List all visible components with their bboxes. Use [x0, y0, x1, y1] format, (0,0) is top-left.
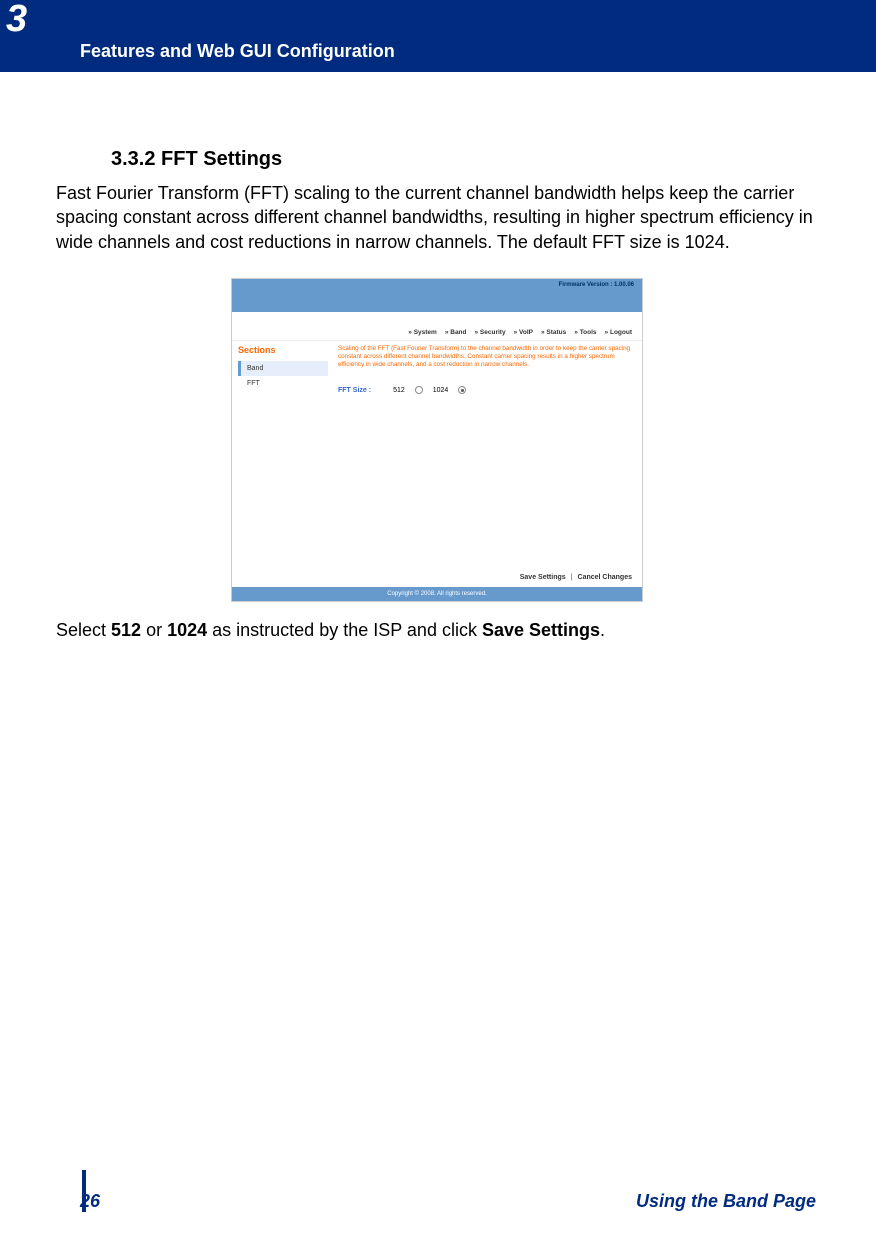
instruction-part: Select [56, 620, 111, 640]
section-heading: 3.3.2 FFT Settings [111, 148, 818, 171]
instruction-bold-512: 512 [111, 620, 141, 640]
page-footer: 26 Using the Band Page [0, 1191, 876, 1212]
cancel-changes-button[interactable]: Cancel Changes [578, 574, 632, 581]
screenshot-header: Firmware Version : 1.00.06 [232, 279, 642, 313]
nav-item-band[interactable]: Band [445, 329, 467, 336]
sidebar-title: Sections [238, 345, 328, 355]
screenshot-footer: Copyright © 2008. All rights reserved. [232, 587, 642, 601]
nav-item-system[interactable]: System [408, 329, 437, 336]
sidebar-item-label: Band [247, 365, 263, 372]
screenshot-actions: Save Settings | Cancel Changes [520, 574, 632, 581]
fft-size-row: FFT Size : 512 1024 [338, 386, 632, 394]
embedded-screenshot: Firmware Version : 1.00.06 System Band S… [231, 278, 643, 602]
footer-rule [82, 1170, 86, 1212]
save-settings-button[interactable]: Save Settings [520, 574, 566, 581]
action-separator: | [571, 574, 573, 581]
section-paragraph: Fast Fourier Transform (FFT) scaling to … [56, 181, 818, 254]
page-content: 3.3.2 FFT Settings Fast Fourier Transfor… [0, 72, 876, 641]
instruction-part: . [600, 620, 605, 640]
sidebar-item-fft[interactable]: FFT [238, 376, 328, 391]
instruction-bold-save: Save Settings [482, 620, 600, 640]
fft-size-label: FFT Size : [338, 387, 371, 394]
nav-item-voip[interactable]: VoIP [514, 329, 533, 336]
nav-item-security[interactable]: Security [475, 329, 506, 336]
fft-size-radio-group: 512 1024 [393, 386, 466, 394]
instruction-bold-1024: 1024 [167, 620, 207, 640]
chapter-number: 3 [6, 0, 27, 41]
page-header-banner: 3 Features and Web GUI Configuration [0, 0, 876, 72]
instruction-part: or [141, 620, 167, 640]
nav-item-logout[interactable]: Logout [605, 329, 632, 336]
chapter-title: Features and Web GUI Configuration [80, 41, 395, 62]
screenshot-body: Sections Band FFT Scaling of the FFT (Fa… [232, 341, 642, 587]
radio-1024[interactable] [458, 386, 466, 394]
firmware-version-label: Firmware Version : 1.00.06 [559, 282, 634, 288]
screenshot-nav: System Band Security VoIP Status Tools L… [232, 313, 642, 341]
instruction-part: as instructed by the ISP and click [207, 620, 482, 640]
sidebar-item-label: FFT [247, 380, 260, 387]
instruction-text: Select 512 or 1024 as instructed by the … [56, 620, 818, 641]
radio-option-1024-label: 1024 [433, 387, 449, 394]
nav-item-tools[interactable]: Tools [574, 329, 596, 336]
sidebar-item-band[interactable]: Band [238, 361, 328, 376]
radio-option-512-label: 512 [393, 387, 405, 394]
screenshot-description: Scaling of the FFT (Fast Fourier Transfo… [338, 345, 632, 369]
footer-section-title: Using the Band Page [636, 1191, 816, 1212]
radio-512[interactable] [415, 386, 423, 394]
screenshot-main: Scaling of the FFT (Fast Fourier Transfo… [334, 341, 642, 587]
nav-item-status[interactable]: Status [541, 329, 566, 336]
screenshot-sidebar: Sections Band FFT [232, 341, 334, 587]
